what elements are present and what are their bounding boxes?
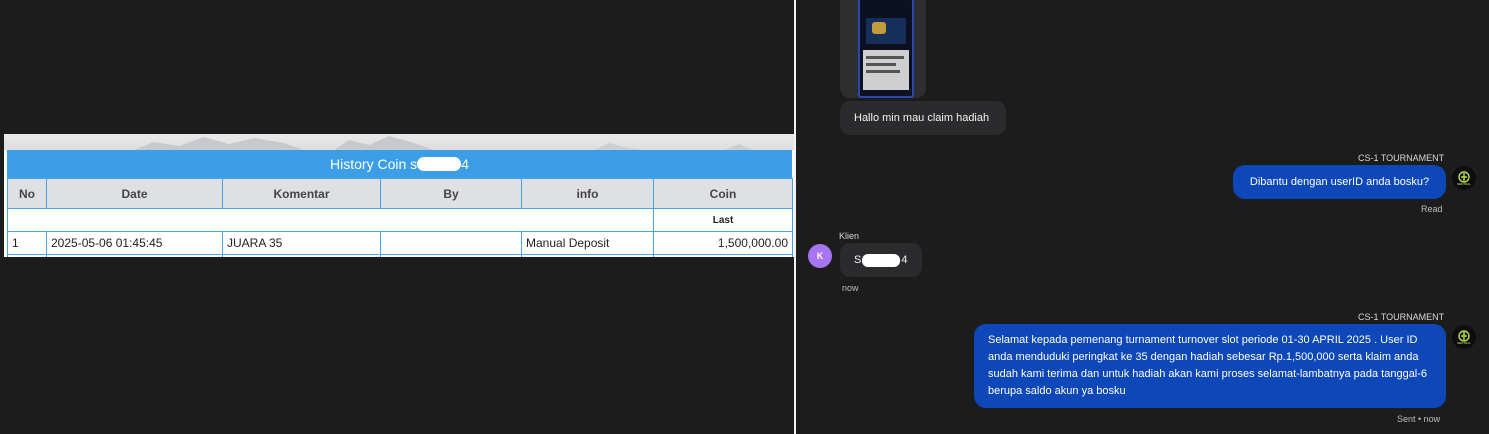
empty-subheader-cell xyxy=(7,208,654,232)
client-avatar: K xyxy=(808,244,832,268)
history-table: No Date Komentar By info Coin Last 1 202… xyxy=(7,178,793,257)
screenshot-thumbnail xyxy=(858,0,914,98)
row-no: 1 xyxy=(7,231,47,255)
client-name: Klien xyxy=(839,231,860,241)
col-info: info xyxy=(521,178,654,209)
decorative-banner xyxy=(4,134,794,150)
col-no: No xyxy=(7,178,47,209)
history-subheader-row: Last xyxy=(7,208,793,232)
history-title-suffix: 4 xyxy=(461,156,469,172)
history-title-text: History Coin s xyxy=(330,156,418,172)
agent-message-text: Dibantu dengan userID anda bosku? xyxy=(1249,176,1430,188)
row-info: Manual Deposit xyxy=(521,231,654,255)
last-label: Last xyxy=(653,208,793,232)
history-title: History Coin s 4 xyxy=(7,150,792,178)
read-status: Read xyxy=(1421,204,1443,214)
agent-name-2: CS-1 TOURNAMENT xyxy=(1358,312,1445,322)
agent-message-bubble: Dibantu dengan userID anda bosku? xyxy=(1233,165,1446,199)
row-date: 2025-05-06 01:45:45 xyxy=(46,231,223,255)
redacted-username xyxy=(862,253,901,267)
col-date: Date xyxy=(46,178,223,209)
agent-logo-icon xyxy=(1458,329,1470,342)
agent-avatar: SENTRAL xyxy=(1452,166,1476,190)
image-attachment[interactable] xyxy=(840,0,926,98)
client-message-text: Hallo min mau claim hadiah xyxy=(854,112,990,124)
row-by xyxy=(380,231,522,255)
history-header-row: No Date Komentar By info Coin xyxy=(7,178,793,209)
history-table-wrapper: History Coin s 4 No Date Komentar By inf… xyxy=(7,150,793,257)
sent-status: Sent • now xyxy=(1397,414,1441,424)
agent-name: CS-1 TOURNAMENT xyxy=(1358,153,1445,163)
redacted-username xyxy=(417,157,462,171)
chat-panel: Hallo min mau claim hadiah CS-1 TOURNAME… xyxy=(796,0,1489,434)
agent-message-text-2: Selamat kepada pemenang turnament turnov… xyxy=(988,334,1428,397)
col-by: By xyxy=(380,178,522,209)
message-time: now xyxy=(842,283,859,293)
table-row xyxy=(7,254,793,257)
agent-logo-icon xyxy=(1458,170,1470,183)
agent-message-bubble-2: Selamat kepada pemenang turnament turnov… xyxy=(974,324,1446,408)
row-komentar: JUARA 35 xyxy=(222,231,381,255)
client-message-bubble-2: S 4 xyxy=(840,243,922,277)
history-coin-panel: History Coin s 4 No Date Komentar By inf… xyxy=(4,134,794,257)
col-komentar: Komentar xyxy=(222,178,381,209)
agent-avatar-2: SENTRAL xyxy=(1452,325,1476,349)
row-coin: 1,500,000.00 xyxy=(653,231,793,255)
client-message-bubble: Hallo min mau claim hadiah xyxy=(840,101,1006,135)
col-coin: Coin xyxy=(653,178,793,209)
table-row: 1 2025-05-06 01:45:45 JUARA 35 Manual De… xyxy=(7,231,793,255)
